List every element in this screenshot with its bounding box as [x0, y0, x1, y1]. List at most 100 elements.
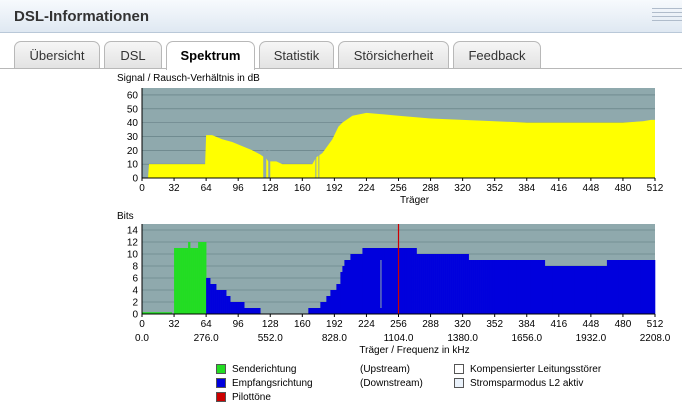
- downstream-bar: [322, 302, 325, 314]
- downstream-bar: [562, 266, 566, 314]
- freq-tick-label: 1380.0: [447, 333, 478, 344]
- x-axis-label: Träger / Frequenz in kHz: [359, 345, 469, 356]
- downstream-bar: [434, 254, 437, 314]
- downstream-bar: [548, 266, 552, 314]
- downstream-bar: [590, 266, 594, 314]
- tab-störsicherheit[interactable]: Störsicherheit: [338, 41, 449, 69]
- legend-pilot-label: Pilottöne: [232, 392, 271, 403]
- downstream-bar: [400, 248, 403, 314]
- downstream-bar: [328, 296, 331, 314]
- downstream-bar: [644, 260, 648, 314]
- downstream-bar: [222, 290, 225, 314]
- downstream-bar: [342, 266, 345, 314]
- snr-dropout: [318, 150, 320, 178]
- downstream-bar: [350, 254, 353, 314]
- downstream-bar: [452, 254, 455, 314]
- downstream-bar: [498, 260, 501, 314]
- x-tick-label: 160: [294, 183, 311, 194]
- x-tick-label: 512: [647, 319, 664, 330]
- compensated-swatch: [454, 364, 464, 375]
- downstream-bar: [308, 308, 311, 314]
- downstream-bar: [314, 308, 317, 314]
- x-tick-label: 64: [201, 183, 213, 194]
- legend-downstream: Empfangsrichtung: [216, 378, 313, 390]
- downstream-bar: [638, 260, 642, 314]
- downstream-bar: [626, 260, 630, 314]
- downstream-bar: [640, 260, 644, 314]
- downstream-bar: [310, 308, 313, 314]
- tab-dsl[interactable]: DSL: [104, 41, 162, 69]
- downstream-bar: [522, 260, 526, 314]
- x-tick-label: 160: [294, 319, 311, 330]
- downstream-bar: [382, 248, 385, 314]
- downstream-bar: [560, 266, 564, 314]
- downstream-bar: [366, 248, 369, 314]
- downstream-bar: [600, 266, 604, 314]
- downstream-bar: [510, 260, 514, 314]
- x-tick-label: 96: [233, 183, 245, 194]
- legend-powersave: Stromsparmodus L2 aktiv: [454, 378, 583, 390]
- downstream-bar: [460, 254, 463, 314]
- downstream-bar: [572, 266, 576, 314]
- downstream-bar: [478, 260, 481, 314]
- downstream-bar: [390, 248, 393, 314]
- y-tick-label: 0: [132, 174, 138, 185]
- downstream-bar: [394, 248, 397, 314]
- upstream-bar: [204, 242, 207, 314]
- downstream-bar: [360, 254, 363, 314]
- downstream-bar: [534, 260, 538, 314]
- page-title: DSL-Informationen: [14, 8, 149, 25]
- downstream-bar: [386, 248, 389, 314]
- downstream-bar: [620, 260, 624, 314]
- downstream-bar: [532, 260, 536, 314]
- downstream-bar: [504, 260, 508, 314]
- downstream-bar: [406, 248, 409, 314]
- downstream-bar: [326, 296, 329, 314]
- legend-pilot: Pilottöne: [216, 392, 271, 404]
- downstream-bar: [540, 260, 544, 314]
- downstream-bar: [564, 266, 568, 314]
- y-tick-label: 12: [127, 238, 139, 249]
- x-tick-label: 320: [454, 319, 471, 330]
- upstream-bar: [198, 242, 201, 314]
- freq-tick-label: 1104.0: [384, 333, 414, 344]
- downstream-bar: [362, 248, 365, 314]
- downstream-bar: [214, 284, 217, 314]
- freq-tick-label: 2208.0: [640, 333, 671, 344]
- tab-übersicht[interactable]: Übersicht: [14, 41, 100, 69]
- downstream-bar: [508, 260, 512, 314]
- downstream-bar: [432, 254, 435, 314]
- x-tick-label: 448: [583, 183, 600, 194]
- downstream-bar: [438, 254, 441, 314]
- header-decoration: [652, 8, 682, 24]
- upstream-bar: [178, 248, 181, 314]
- x-tick-label: 320: [454, 183, 471, 194]
- x-tick-label: 256: [390, 319, 407, 330]
- downstream-bar: [410, 248, 413, 314]
- downstream-bar: [446, 254, 449, 314]
- y-tick-label: 60: [127, 90, 139, 101]
- downstream-bar: [610, 260, 614, 314]
- downstream-bar: [454, 254, 457, 314]
- downstream-bar: [592, 266, 596, 314]
- downstream-bar: [650, 260, 654, 314]
- x-tick-label: 352: [486, 319, 503, 330]
- downstream-bar: [486, 260, 489, 314]
- tab-feedback[interactable]: Feedback: [453, 41, 541, 69]
- downstream-bar: [546, 266, 550, 314]
- downstream-bar: [570, 266, 574, 314]
- downstream-bar: [542, 260, 546, 314]
- downstream-bar: [408, 248, 411, 314]
- powersave-swatch: [454, 378, 464, 389]
- downstream-bar: [252, 308, 255, 314]
- tab-statistik[interactable]: Statistik: [259, 41, 334, 69]
- downstream-bar: [420, 254, 423, 314]
- upstream-bar: [196, 248, 199, 314]
- downstream-bar: [596, 266, 600, 314]
- downstream-bar: [334, 290, 337, 314]
- tab-spektrum[interactable]: Spektrum: [166, 41, 255, 70]
- x-tick-label: 0: [139, 183, 145, 194]
- downstream-bar: [566, 266, 570, 314]
- downstream-bar: [216, 290, 219, 314]
- x-tick-label: 416: [550, 183, 567, 194]
